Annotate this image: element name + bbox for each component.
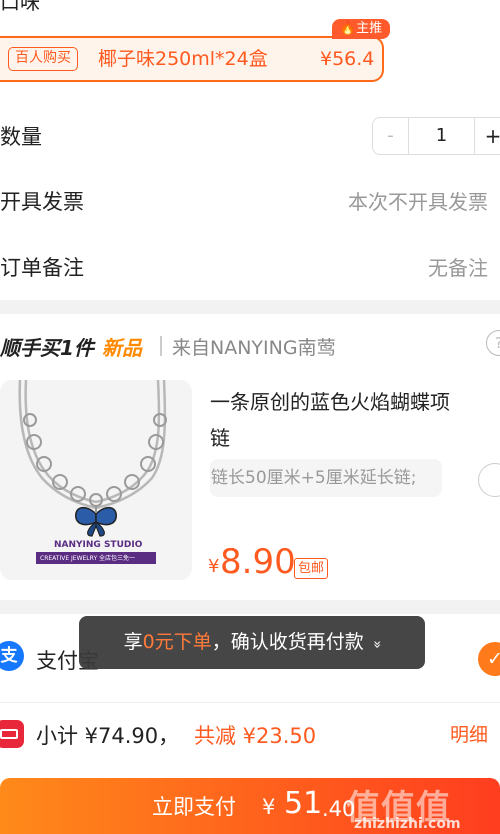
quantity-input[interactable]: 1 bbox=[409, 118, 475, 154]
increase-button[interactable]: + bbox=[475, 118, 500, 154]
product-spec-selector[interactable]: 链长50厘米+5厘米延长链; bbox=[210, 459, 442, 497]
recommend-badge-label: 主推 bbox=[356, 21, 383, 36]
coupon-icon bbox=[0, 720, 24, 748]
addon-title: 顺手买1件 bbox=[0, 336, 94, 360]
pay-button-amount-int: 51 bbox=[284, 786, 323, 821]
remark-value[interactable]: 无备注 bbox=[428, 252, 488, 281]
quantity-label: 数量 bbox=[0, 125, 42, 149]
invoice-value[interactable]: 本次不开具发票 bbox=[348, 186, 488, 215]
toast-prefix: 享 bbox=[123, 631, 143, 653]
toast-suffix: ，确认收货再付款 bbox=[211, 631, 364, 653]
quantity-stepper: - 1 + bbox=[372, 117, 500, 155]
section-divider bbox=[0, 600, 500, 614]
product-title[interactable]: 一条原创的蓝色火焰蝴蝶项链 bbox=[210, 384, 460, 456]
invoice-label: 开具发票 bbox=[0, 190, 84, 214]
flavor-price: ¥56.4 bbox=[320, 48, 375, 70]
pay-button-currency: ¥ bbox=[262, 795, 276, 819]
site-watermark: 值值值 zhizhizhi.com bbox=[342, 780, 500, 834]
flavor-section-label: 口味 bbox=[0, 0, 40, 14]
subtotal-text: 小计 ¥74.90， bbox=[36, 724, 180, 748]
image-tagline-text: CREATIVE JEWELRY 全店包三免一 bbox=[40, 555, 136, 562]
chevron-down-icon: » bbox=[368, 640, 385, 649]
price-detail-link[interactable]: 明细 bbox=[450, 720, 488, 747]
image-brand-text: NANYING STUDIO bbox=[54, 540, 143, 550]
watermark-text: zhizhizhi.com bbox=[354, 816, 461, 832]
free-shipping-badge: 包邮 bbox=[294, 558, 329, 579]
toast-highlight: 0元下单 bbox=[142, 631, 212, 653]
flavor-name: 椰子味250ml*24盒 bbox=[98, 48, 268, 70]
addon-new-label: 新品 bbox=[102, 336, 142, 360]
discount-text: 共减 ¥23.50 bbox=[194, 724, 317, 748]
popularity-tag: 百人购买 bbox=[8, 47, 78, 71]
necklace-illustration bbox=[0, 380, 192, 580]
order-confirm-screen: 口味 百人购买 椰子味250ml*24盒 ¥56.4 🔥主推 数量 - 1 + … bbox=[0, 0, 500, 834]
pay-later-toast[interactable]: 享0元下单，确认收货再付款 » bbox=[79, 616, 425, 669]
addon-separator bbox=[160, 336, 162, 356]
product-image[interactable]: NANYING STUDIO CREATIVE JEWELRY 全店包三免一 bbox=[0, 380, 192, 580]
help-icon[interactable]: ? bbox=[486, 330, 500, 356]
section-divider bbox=[0, 300, 500, 314]
summary-divider bbox=[0, 702, 500, 703]
product-price: 8.90 bbox=[220, 542, 296, 582]
payment-selected-check-icon[interactable]: ✓ bbox=[478, 642, 500, 676]
addon-store-name[interactable]: 来自NANYING南莺 bbox=[172, 333, 336, 360]
flame-icon: 🔥 bbox=[339, 21, 357, 36]
alipay-icon: 支 bbox=[0, 641, 24, 671]
decrease-button[interactable]: - bbox=[373, 118, 409, 154]
product-currency: ¥ bbox=[208, 556, 220, 577]
recommend-badge: 🔥主推 bbox=[332, 19, 390, 39]
pay-button-label: 立即支付 bbox=[152, 795, 236, 819]
product-select-checkbox[interactable] bbox=[478, 463, 500, 497]
flavor-option-selected[interactable]: 百人购买 椰子味250ml*24盒 ¥56.4 bbox=[0, 36, 384, 82]
remark-label: 订单备注 bbox=[0, 256, 84, 280]
